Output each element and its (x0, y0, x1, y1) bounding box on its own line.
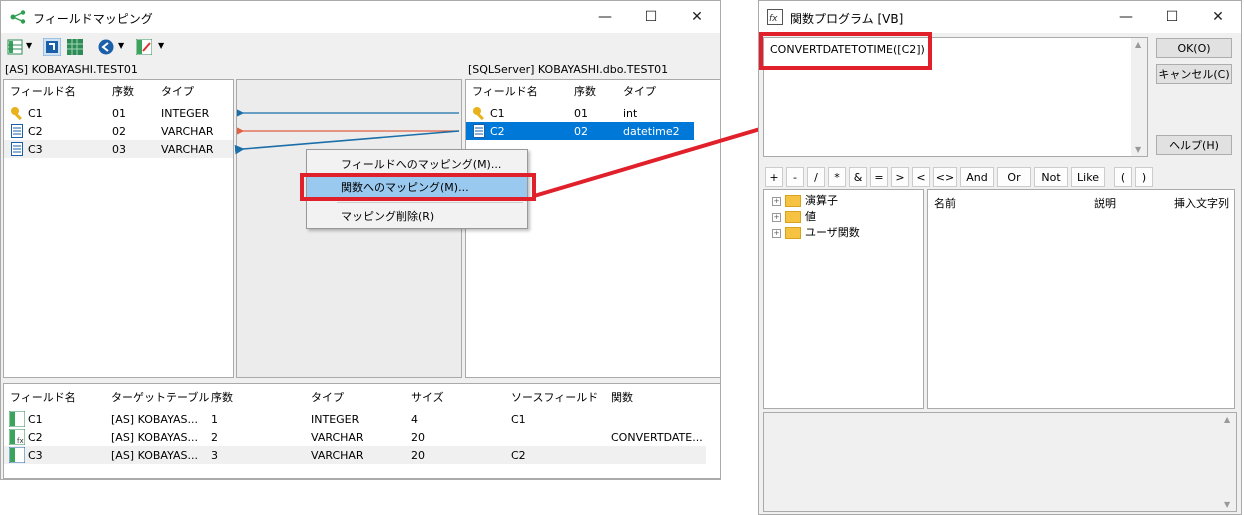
folder-icon (785, 195, 801, 207)
operator-button[interactable]: - (786, 167, 804, 187)
scrollbar[interactable]: ▲ ▼ (1131, 38, 1147, 156)
function-app-icon: fx (767, 9, 783, 25)
operator-button[interactable]: * (828, 167, 846, 187)
function-program-window: fx 関数プログラム [VB] — ☐ ✕ CONVERTDATETOTIME(… (758, 0, 1242, 515)
operator-button[interactable]: > (891, 167, 909, 187)
operator-button[interactable]: + (765, 167, 783, 187)
column-header[interactable]: 説明 (1094, 195, 1116, 211)
cancel-button[interactable]: キャンセル(C) (1156, 64, 1232, 84)
ok-button[interactable]: OK(O) (1156, 38, 1232, 58)
tree-item-operators[interactable]: + 演算子 (772, 192, 838, 208)
title-bar: fx 関数プログラム [VB] — ☐ ✕ (759, 1, 1241, 33)
column-header[interactable]: 挿入文字列 (1174, 195, 1229, 211)
operator-button[interactable]: And (960, 167, 994, 187)
close-button[interactable]: ✕ (1195, 1, 1241, 33)
folder-icon (785, 227, 801, 239)
operator-button[interactable]: & (849, 167, 867, 187)
operator-button[interactable]: Like (1071, 167, 1105, 187)
function-list: 名前 説明 挿入文字列 (927, 189, 1235, 409)
operator-button[interactable]: ( (1114, 167, 1132, 187)
operator-button[interactable]: <> (933, 167, 957, 187)
expand-icon[interactable]: + (772, 228, 781, 238)
tree-item-values[interactable]: + 値 (772, 208, 816, 224)
expand-icon[interactable]: + (772, 212, 781, 222)
operator-button[interactable]: = (870, 167, 888, 187)
help-button[interactable]: ヘルプ(H) (1156, 135, 1232, 155)
tree-item-user-functions[interactable]: + ユーザ関数 (772, 224, 860, 240)
function-tree: + 演算子 + 値 + ユーザ関数 (763, 189, 924, 409)
window-title: 関数プログラム [VB] (790, 12, 904, 26)
operator-button[interactable]: Not (1034, 167, 1068, 187)
operator-button[interactable]: ) (1135, 167, 1153, 187)
operator-button[interactable]: Or (997, 167, 1031, 187)
expand-icon[interactable]: + (772, 196, 781, 206)
column-header[interactable]: 名前 (934, 195, 956, 211)
description-box: ▲ ▼ (763, 412, 1237, 512)
operator-button[interactable]: < (912, 167, 930, 187)
folder-icon (785, 211, 801, 223)
list-header: 名前 説明 挿入文字列 (928, 192, 1234, 214)
highlight-box (759, 32, 932, 70)
svg-text:fx: fx (769, 14, 778, 24)
scrollbar[interactable]: ▲ ▼ (1220, 413, 1236, 511)
minimize-button[interactable]: — (1103, 1, 1149, 33)
operator-button[interactable]: / (807, 167, 825, 187)
maximize-button[interactable]: ☐ (1149, 1, 1195, 33)
